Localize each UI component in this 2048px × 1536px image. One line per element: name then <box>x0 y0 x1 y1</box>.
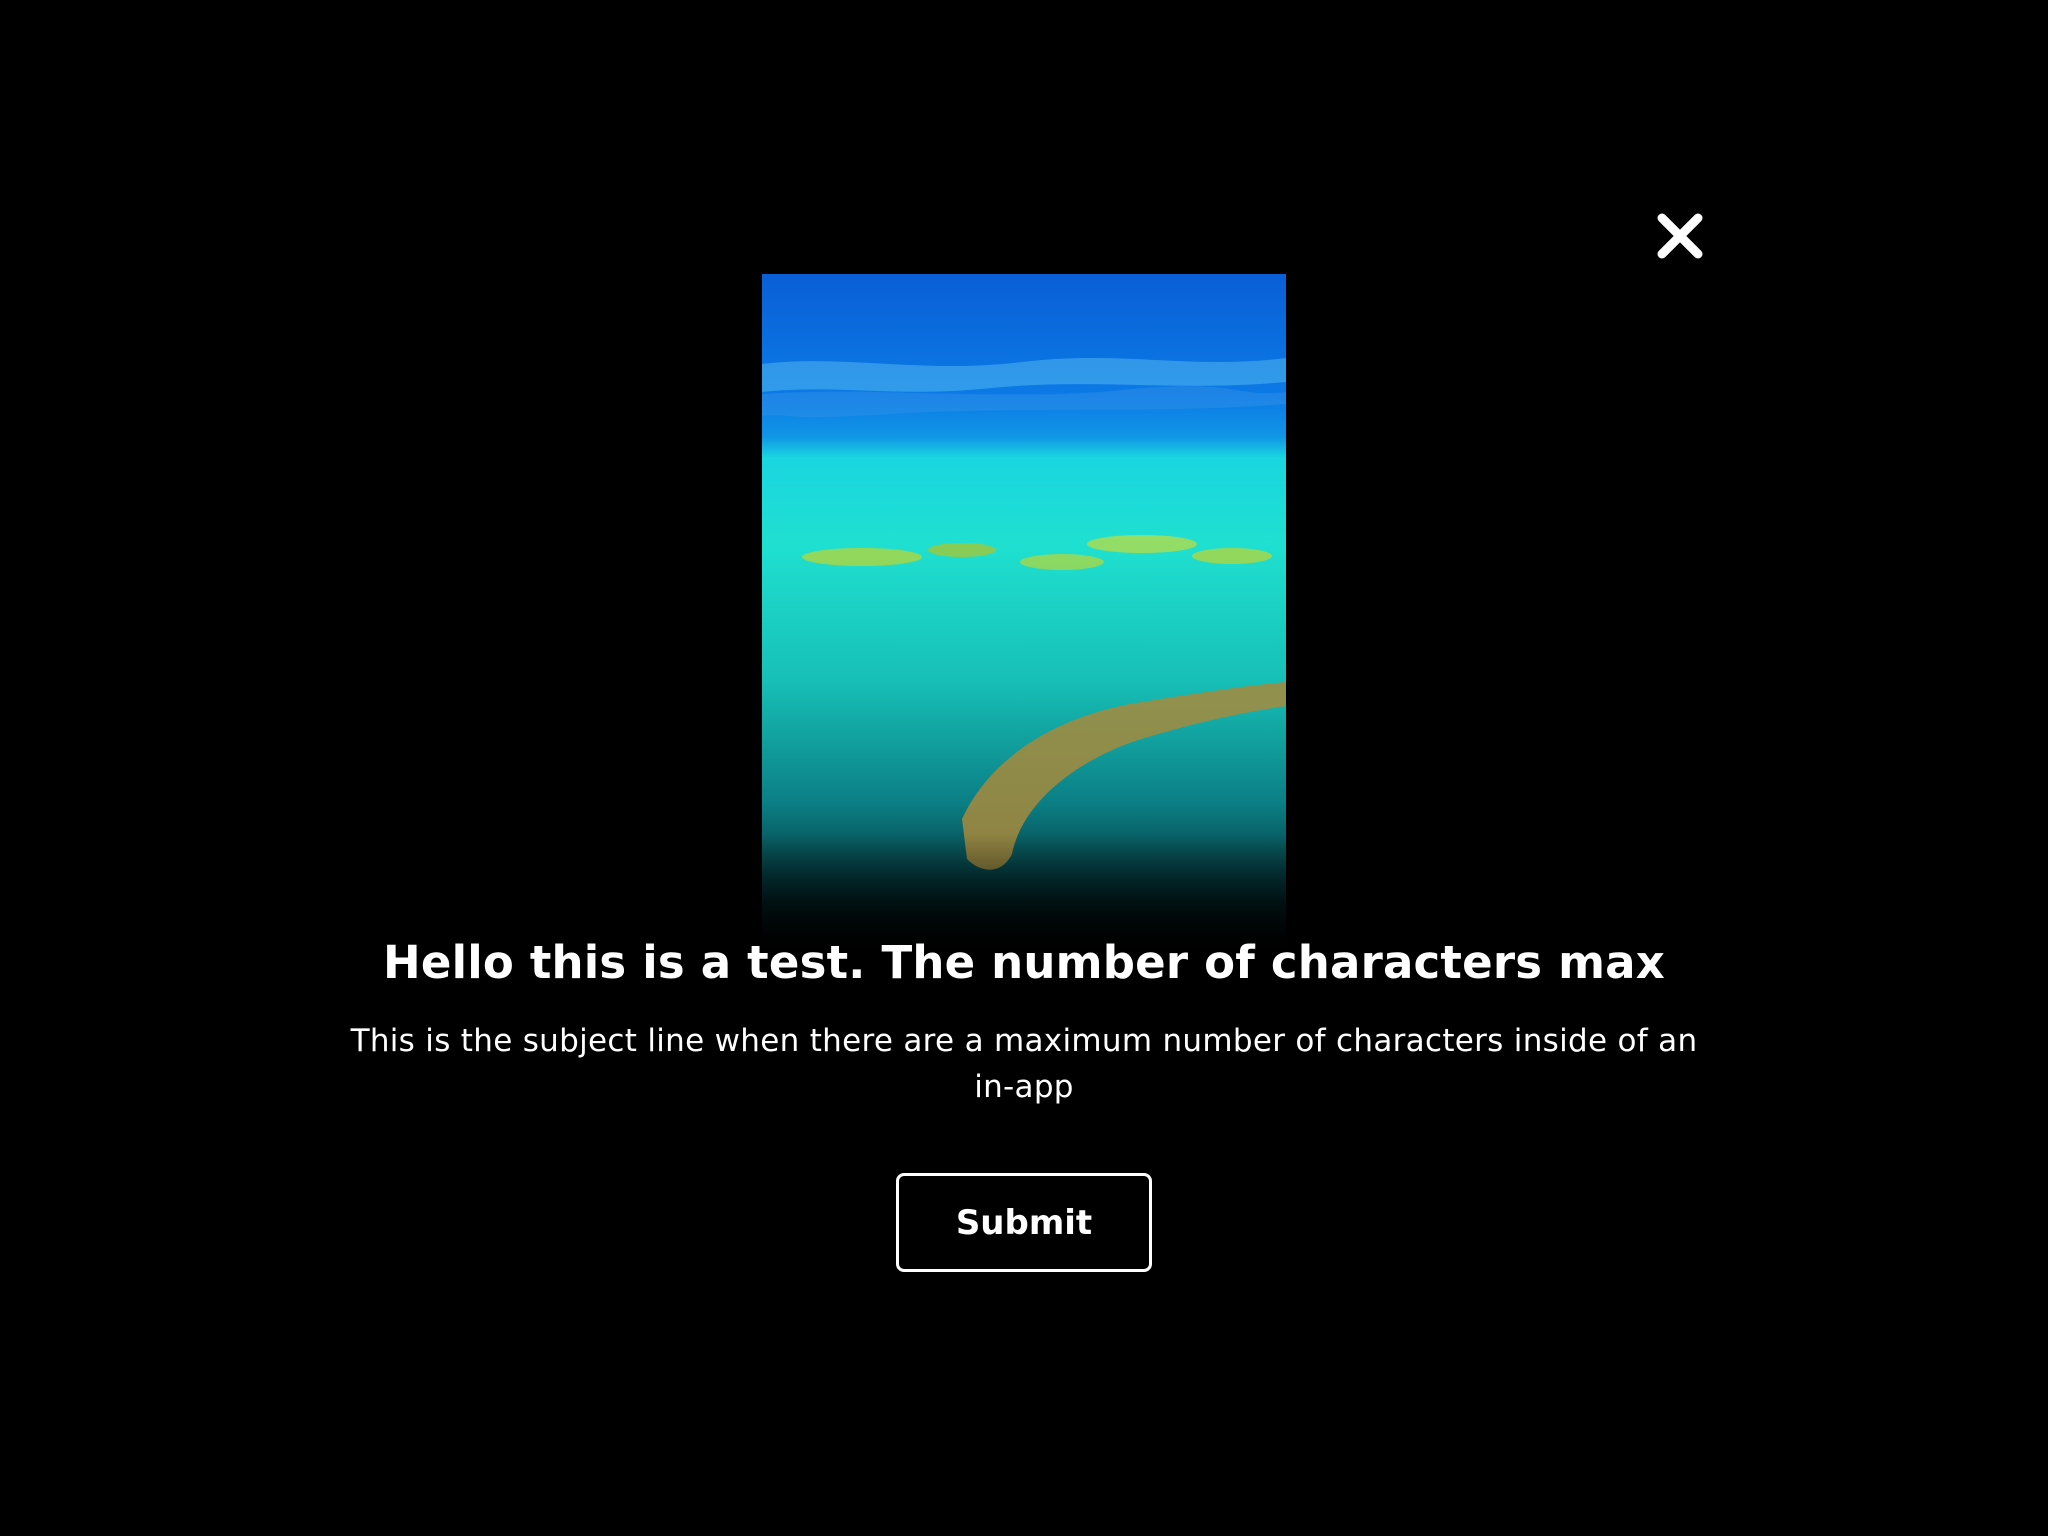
close-button[interactable] <box>1652 208 1708 264</box>
reef-aerial-image <box>762 274 1286 954</box>
message-title: Hello this is a test. The number of char… <box>383 936 1665 989</box>
close-icon <box>1657 213 1703 259</box>
in-app-message-modal: Hello this is a test. The number of char… <box>0 0 2048 1536</box>
message-subtitle: This is the subject line when there are … <box>350 1023 1698 1105</box>
submit-button[interactable]: Submit <box>896 1173 1152 1272</box>
hero-image <box>762 274 1286 954</box>
